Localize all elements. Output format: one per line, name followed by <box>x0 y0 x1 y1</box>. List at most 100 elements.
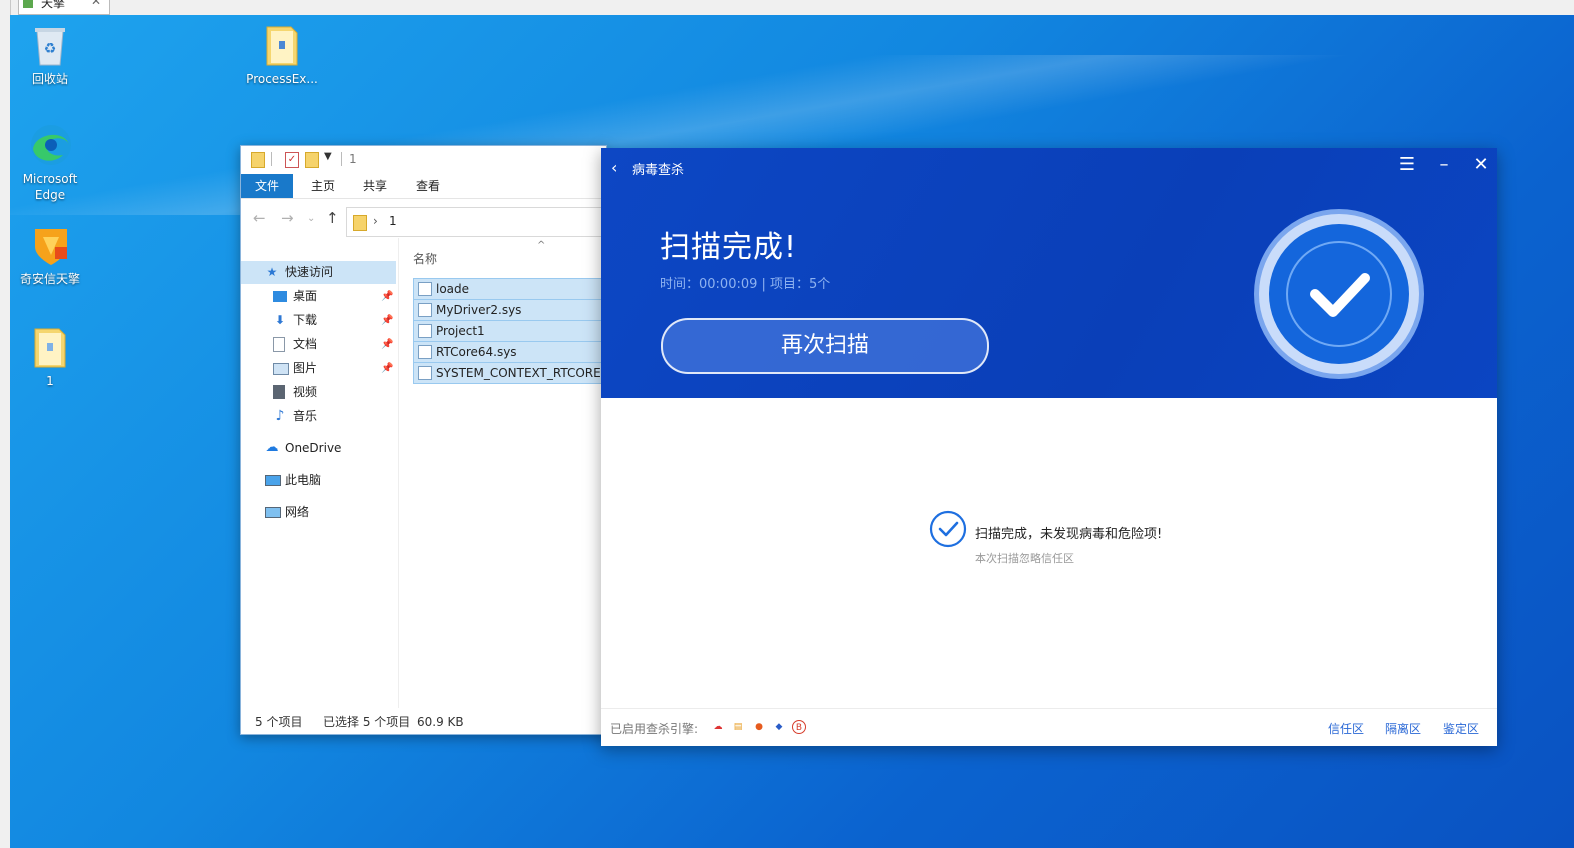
result-message: 扫描完成，未发现病毒和危险项! <box>975 527 1163 542</box>
tab-share[interactable]: 共享 <box>349 174 401 198</box>
status-item-count: 5 个项目 <box>255 715 303 729</box>
pin-icon[interactable]: 📌 <box>381 357 393 380</box>
file-icon <box>418 366 432 380</box>
folder-icon <box>29 325 71 369</box>
tab-label: 天擎 <box>41 0 66 10</box>
host-tab[interactable]: 天擎 ✕ <box>18 0 110 15</box>
scan-footer: 已启用查杀引擎: ☁ ▤ ● ◆ B 信任区 隔离区 鉴定区 <box>601 708 1497 746</box>
picture-icon <box>273 363 289 375</box>
pin-icon[interactable]: 📌 <box>381 309 393 332</box>
desktop-icon-recycle-bin[interactable]: ♻ 回收站 <box>10 23 90 87</box>
file-row[interactable]: MyDriver2.sys <box>413 299 606 321</box>
window-title: 1 <box>349 152 357 166</box>
pin-icon[interactable]: 📌 <box>381 285 393 308</box>
trust-zone-link[interactable]: 信任区 <box>1328 720 1364 737</box>
tab-close-icon[interactable]: ✕ <box>91 0 101 8</box>
flame-engine-icon: ● <box>755 722 763 732</box>
qianxin-shield-icon <box>29 223 71 267</box>
desktop-icon-qianxin[interactable]: 奇安信天擎 <box>10 223 90 287</box>
column-header-name[interactable]: 名称 <box>413 250 437 267</box>
minimize-icon[interactable]: – <box>1432 154 1456 175</box>
rescan-button[interactable]: 再次扫描 <box>661 318 989 374</box>
chevron-right-icon: › <box>373 214 378 228</box>
up-arrow-icon[interactable]: ↑ <box>326 209 339 227</box>
nav-item-label: 视频 <box>293 385 318 399</box>
file-row[interactable]: RTCore64.sys <box>413 341 606 363</box>
nav-item-label: OneDrive <box>285 441 342 455</box>
file-name: MyDriver2.sys <box>436 303 522 317</box>
window-title: 病毒查杀 <box>632 163 685 178</box>
pin-icon[interactable]: 📌 <box>381 333 393 356</box>
nav-item-desktop[interactable]: 桌面 📌 <box>241 285 396 308</box>
engines-label: 已启用查杀引擎: <box>610 722 699 736</box>
desktop-icon-processexplorer[interactable]: ProcessEx... <box>242 23 322 87</box>
file-name: Project1 <box>436 324 485 338</box>
scan-complete-headline: 扫描完成! <box>660 230 798 265</box>
document-engine-icon: ▤ <box>733 722 743 732</box>
cloud-engine-icon: ☁ <box>713 722 723 732</box>
new-folder-icon[interactable] <box>305 152 319 168</box>
quarantine-link[interactable]: 隔离区 <box>1385 720 1421 737</box>
nav-item-videos[interactable]: 视频 <box>241 381 396 404</box>
owl-engine-icon: ◆ <box>775 722 783 732</box>
file-list: ^ 名称 loade MyDriver2.sys Project1 RTCore… <box>399 238 606 708</box>
nav-item-this-pc[interactable]: 此电脑 <box>241 469 396 492</box>
tab-file[interactable]: 文件 <box>241 174 294 198</box>
file-row[interactable]: Project1 <box>413 320 606 342</box>
network-icon <box>265 507 281 518</box>
nav-item-label: 下载 <box>293 313 318 327</box>
file-name: loade <box>436 282 470 296</box>
recycle-bin-icon: ♻ <box>29 23 71 67</box>
scan-success-badge-icon <box>1253 208 1425 380</box>
desktop-icon-label: 奇安信天擎 <box>19 272 80 286</box>
nav-item-label: 文档 <box>293 337 318 351</box>
recent-locations-icon[interactable]: ⌄ <box>307 213 315 224</box>
desktop-icon-label: 回收站 <box>31 72 68 86</box>
nav-item-pictures[interactable]: 图片 📌 <box>241 357 396 380</box>
tab-app-icon <box>23 0 33 8</box>
forward-arrow-icon[interactable]: → <box>281 209 294 227</box>
nav-item-music[interactable]: ♪ 音乐 <box>241 405 396 428</box>
file-row[interactable]: SYSTEM_CONTEXT_RTCORE <box>413 362 606 384</box>
check-circle-icon <box>929 510 967 548</box>
address-text: 1 <box>389 214 397 228</box>
navigation-pane: ★ 快速访问 桌面 📌 ⬇ 下载 📌 文档 📌 图片 📌 视频 ♪ 音乐 ☁ O… <box>241 238 399 708</box>
status-bar: 5 个项目 已选择 5 个项目 60.9 KB <box>241 710 606 734</box>
file-name: SYSTEM_CONTEXT_RTCORE <box>436 366 601 380</box>
desktop-icon <box>273 291 287 302</box>
desktop-icon-folder-1[interactable]: 1 <box>10 325 90 389</box>
file-row[interactable]: loade <box>413 278 606 300</box>
sort-caret-icon: ^ <box>537 240 546 251</box>
desktop-icon-label: ProcessEx... <box>246 72 318 86</box>
music-icon: ♪ <box>275 408 285 424</box>
properties-icon[interactable]: ✓ <box>285 152 299 168</box>
tab-view[interactable]: 查看 <box>402 174 454 198</box>
toolbar-separator <box>341 152 342 166</box>
desktop-icon-edge[interactable]: Microsoft Edge <box>10 123 90 203</box>
star-icon: ★ <box>266 265 278 279</box>
close-icon[interactable]: ✕ <box>1469 154 1493 175</box>
nav-item-downloads[interactable]: ⬇ 下载 📌 <box>241 309 396 332</box>
back-chevron-icon[interactable]: ‹ <box>611 158 617 177</box>
identify-zone-link[interactable]: 鉴定区 <box>1443 720 1479 737</box>
address-bar[interactable]: › 1 <box>346 207 606 237</box>
back-arrow-icon[interactable]: ← <box>253 209 266 227</box>
folder-icon[interactable] <box>251 152 265 168</box>
desktop-icon-label: 1 <box>46 374 54 388</box>
tab-home[interactable]: 主页 <box>297 174 349 198</box>
host-window-top-bar: 天擎 ✕ <box>0 0 1574 16</box>
scan-result: 扫描完成，未发现病毒和危险项! 本次扫描忽略信任区 <box>929 510 1229 590</box>
nav-item-onedrive[interactable]: ☁ OneDrive <box>241 437 396 460</box>
nav-item-label: 网络 <box>285 505 310 519</box>
scan-header: ‹ 病毒查杀 ☰ – ✕ 扫描完成! 时间：00:00:09 | 项目：5个 再… <box>601 148 1497 398</box>
nav-item-quick-access[interactable]: ★ 快速访问 <box>241 261 396 284</box>
menu-icon[interactable]: ☰ <box>1395 154 1419 175</box>
desktop-icon-label: Microsoft Edge <box>22 172 78 202</box>
nav-item-documents[interactable]: 文档 📌 <box>241 333 396 356</box>
customize-toolbar-icon[interactable]: ▼ <box>324 151 332 162</box>
nav-item-label: 此电脑 <box>285 473 322 487</box>
nav-item-label: 桌面 <box>293 289 318 303</box>
quick-access-toolbar: ✓ ▼ 1 <box>241 146 606 174</box>
nav-item-label: 图片 <box>293 361 318 375</box>
nav-item-network[interactable]: 网络 <box>241 501 396 524</box>
